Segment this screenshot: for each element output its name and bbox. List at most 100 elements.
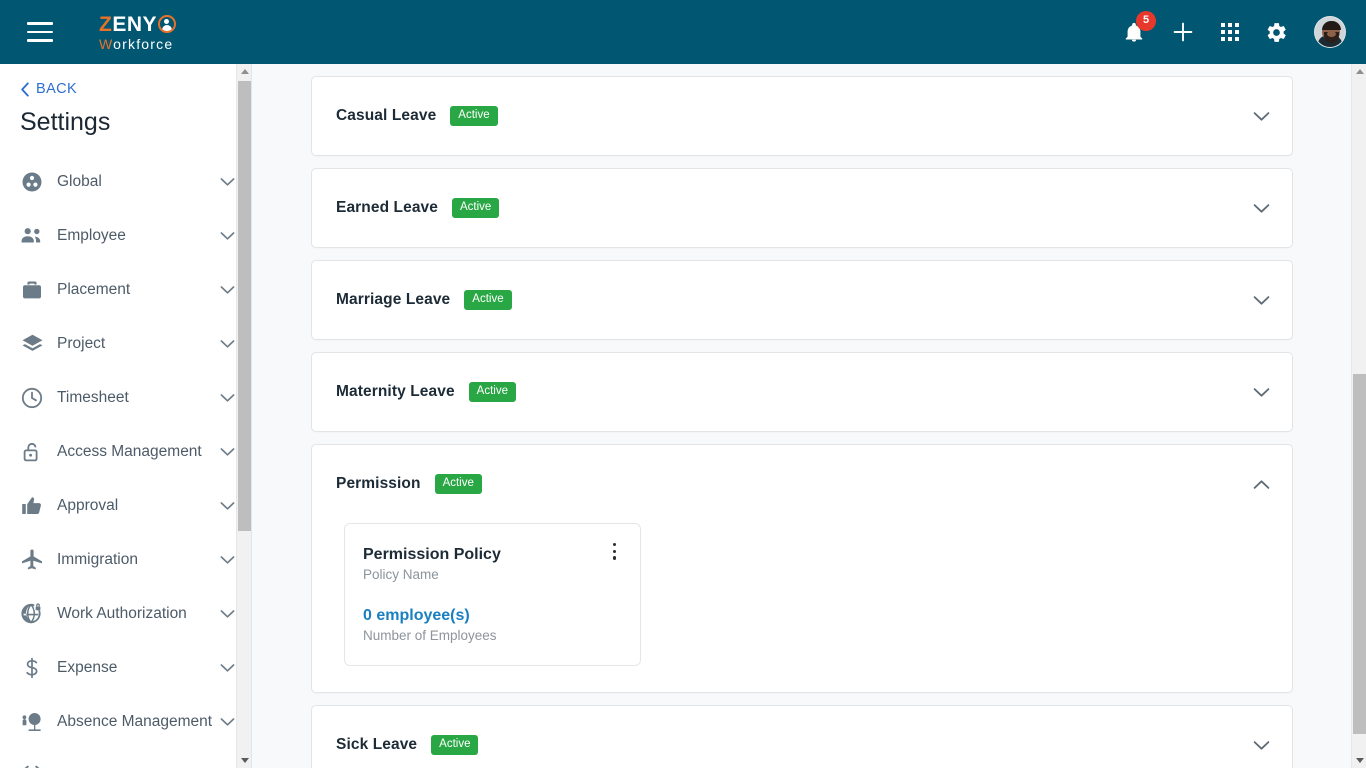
chevron-down-icon[interactable] (1253, 295, 1270, 306)
main-scrollbar-thumb[interactable] (1353, 374, 1366, 734)
sidebar-item-label: Work Authorization (57, 605, 187, 622)
leave-type-list: Casual Leave Active Earned Leave Active (252, 64, 1351, 768)
sidebar-item-access-management[interactable]: Access Management (0, 425, 251, 479)
status-badge: Active (464, 290, 512, 310)
back-button[interactable]: BACK (0, 78, 251, 100)
sidebar-item-attendance-management[interactable]: Attendance Management (0, 749, 251, 768)
kebab-menu-icon[interactable] (611, 541, 618, 562)
status-badge: Active (434, 474, 482, 494)
people-icon (20, 223, 48, 249)
person-circle-icon (158, 15, 177, 33)
sidebar-item-work-authorization[interactable]: Work Authorization (0, 587, 251, 641)
chevron-down-icon[interactable] (1253, 203, 1270, 214)
add-button[interactable] (1171, 20, 1195, 44)
leave-card-title: Earned Leave (336, 199, 439, 216)
sidebar-scrollbar[interactable] (236, 64, 251, 768)
scroll-up-arrow[interactable] (1352, 64, 1366, 79)
hamburger-menu-icon[interactable] (27, 22, 53, 42)
sidebar-item-label: Access Management (57, 443, 202, 460)
leave-card-header[interactable]: Casual Leave Active (312, 77, 1292, 155)
main-scrollbar[interactable] (1351, 64, 1366, 768)
sidebar-item-label: Approval (57, 497, 119, 514)
sidebar-item-immigration[interactable]: Immigration (0, 533, 251, 587)
chevron-down-icon[interactable] (220, 717, 235, 727)
employee-count-label: Number of Employees (363, 628, 497, 643)
sidebar-item-employee[interactable]: Employee (0, 209, 251, 263)
employee-count-value[interactable]: 0 employee(s) (363, 607, 620, 625)
user-avatar[interactable] (1314, 16, 1346, 48)
chevron-down-icon[interactable] (1253, 111, 1270, 122)
leave-card-header[interactable]: Sick Leave Active (312, 706, 1292, 768)
chevron-down-icon[interactable] (220, 177, 235, 187)
leave-card-header[interactable]: Marriage Leave Active (312, 261, 1292, 339)
chevron-down-icon[interactable] (220, 285, 235, 295)
briefcase-icon (20, 277, 48, 303)
logo-letter-w: W (99, 35, 114, 52)
sidebar-item-label: Expense (57, 659, 118, 676)
sidebar-content: BACK Settings Global Employee Placement … (0, 64, 251, 768)
sidebar-scrollbar-thumb[interactable] (238, 81, 251, 531)
sidebar-item-timesheet[interactable]: Timesheet (0, 371, 251, 425)
chevron-up-icon[interactable] (1253, 479, 1270, 490)
sidebar-item-label: Immigration (57, 551, 138, 568)
sidebar-item-label: Project (57, 335, 106, 352)
sidebar-item-project[interactable]: Project (0, 317, 251, 371)
chevron-left-icon (21, 81, 29, 97)
leave-card-header[interactable]: Earned Leave Active (312, 169, 1292, 247)
leave-card-casual-leave: Casual Leave Active (311, 76, 1293, 156)
leave-card-title: Casual Leave (336, 107, 437, 124)
status-badge: Active (452, 198, 500, 218)
chevron-down-icon[interactable] (220, 231, 235, 241)
apps-button[interactable] (1221, 23, 1239, 41)
sidebar-item-placement[interactable]: Placement (0, 263, 251, 317)
global-icon (20, 169, 48, 195)
logo-secondary-text: Workforce (99, 37, 176, 51)
sidebar-item-label: Placement (57, 281, 131, 298)
plus-icon (1173, 22, 1193, 42)
policy-card[interactable]: Permission Policy Policy Name 0 employee… (344, 523, 641, 666)
chevron-down-icon[interactable] (220, 609, 235, 619)
alarm-clock-icon (20, 763, 48, 768)
chevron-down-icon[interactable] (220, 501, 235, 511)
sidebar-item-expense[interactable]: Expense (0, 641, 251, 695)
leave-card-header[interactable]: Maternity Leave Active (312, 353, 1292, 431)
logo-letters-eny: ENY (112, 12, 158, 36)
sidebar-item-approval[interactable]: Approval (0, 479, 251, 533)
leave-card-header[interactable]: Permission Active (312, 445, 1292, 523)
chevron-down-icon[interactable] (220, 339, 235, 349)
notifications-button[interactable]: 5 (1123, 10, 1156, 44)
leave-card-earned-leave: Earned Leave Active (311, 168, 1293, 248)
scroll-up-arrow[interactable] (237, 64, 251, 79)
chevron-down-icon[interactable] (1253, 740, 1270, 751)
leave-card-sick-leave: Sick Leave Active (311, 705, 1293, 768)
sidebar-item-global[interactable]: Global (0, 155, 251, 209)
policy-name-label: Policy Name (363, 567, 439, 582)
permission-policy-list: Permission Policy Policy Name 0 employee… (312, 523, 1292, 692)
layers-icon (20, 331, 48, 357)
top-header: Z ENY Workforce 5 (0, 0, 1366, 64)
status-badge: Active (450, 106, 498, 126)
sidebar-item-label: Global (57, 173, 102, 190)
settings-button[interactable] (1265, 21, 1288, 44)
chevron-down-icon[interactable] (220, 555, 235, 565)
main-content: Casual Leave Active Earned Leave Active (252, 64, 1351, 768)
sidebar-item-absence-management[interactable]: Absence Management (0, 695, 251, 749)
chevron-down-icon[interactable] (220, 393, 235, 403)
policy-name-value: Permission Policy (363, 546, 501, 563)
leave-card-maternity-leave: Maternity Leave Active (311, 352, 1293, 432)
status-badge: Active (431, 735, 479, 755)
sidebar-item-label: Employee (57, 227, 126, 244)
leave-card-title: Sick Leave (336, 736, 418, 753)
chevron-down-icon[interactable] (1253, 387, 1270, 398)
chevron-down-icon[interactable] (220, 447, 235, 457)
globe-lock-icon (20, 601, 48, 627)
scroll-down-arrow[interactable] (1352, 753, 1366, 768)
chevron-down-icon[interactable] (220, 663, 235, 673)
airplane-icon (20, 547, 48, 573)
lock-open-icon (20, 439, 48, 465)
leave-card-title: Marriage Leave (336, 291, 451, 308)
logo-primary-text: Z ENY (99, 12, 177, 36)
app-logo[interactable]: Z ENY Workforce (99, 12, 177, 51)
header-actions: 5 (1123, 10, 1346, 48)
scroll-down-arrow[interactable] (237, 753, 251, 768)
